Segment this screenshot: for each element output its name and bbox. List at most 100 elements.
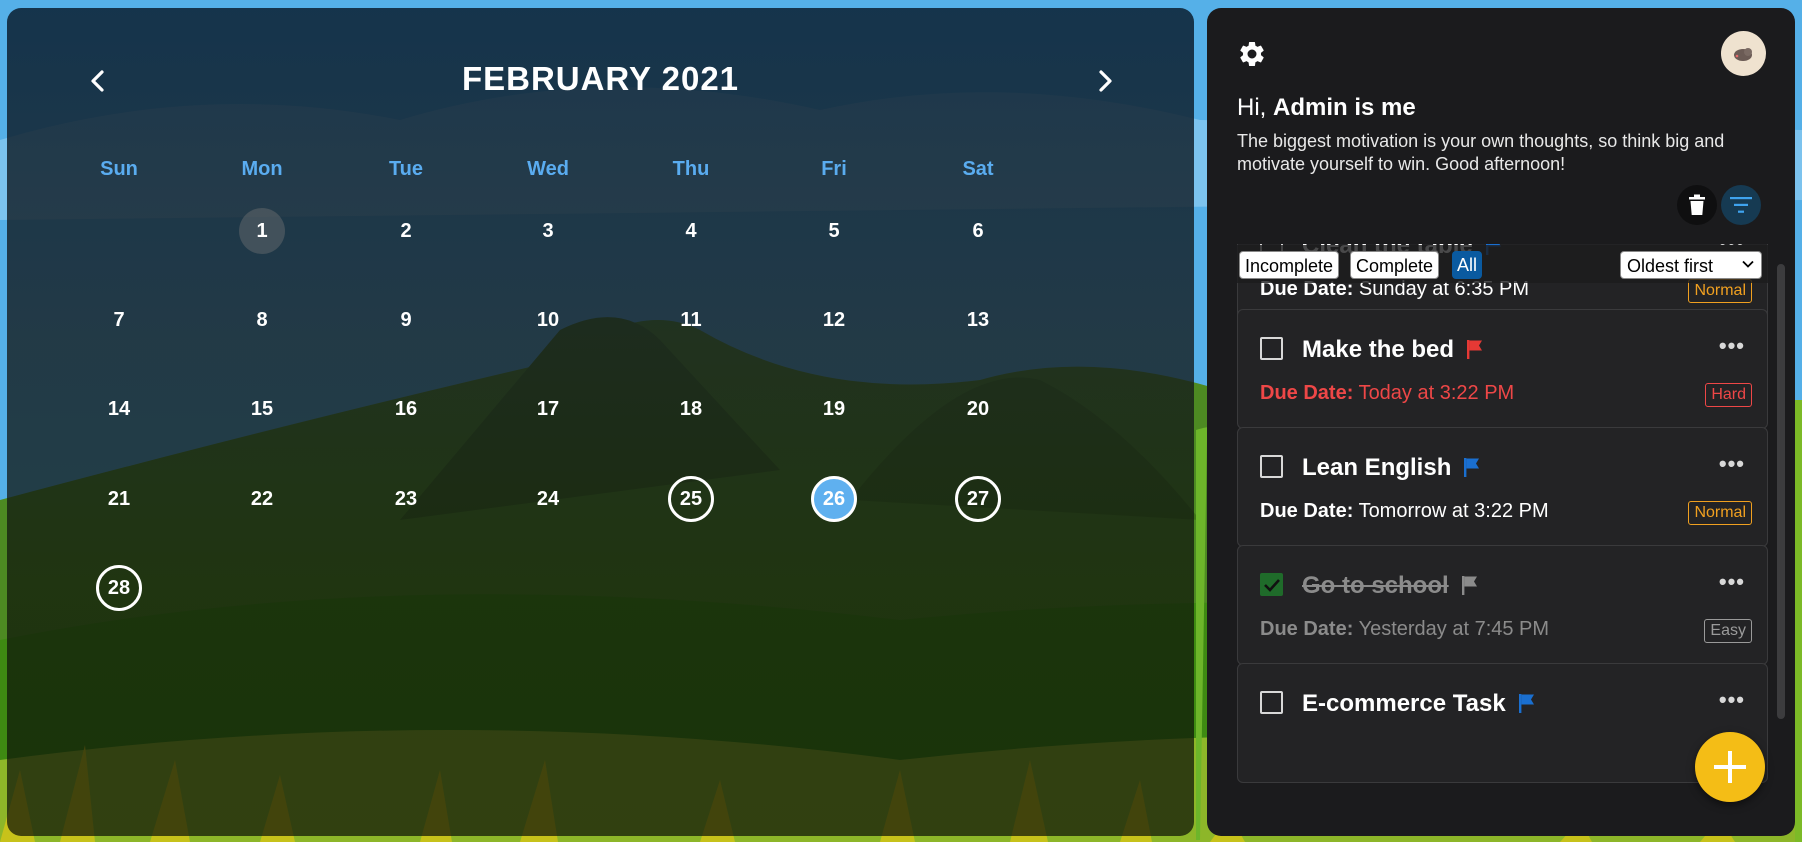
calendar-day-9[interactable]: 9 [383, 297, 429, 343]
trash-icon [1689, 194, 1705, 215]
filter-toggle-button[interactable] [1721, 185, 1761, 225]
priority-flag-icon [1518, 694, 1534, 713]
motivation-quote: The biggest motivation is your own thoug… [1237, 131, 1725, 174]
calendar-day-22[interactable]: 22 [239, 476, 285, 522]
task-more-icon[interactable]: ••• [1719, 571, 1745, 593]
task-card[interactable]: Make the bed ••• Due Date: Today at 3:22 P… [1237, 309, 1768, 429]
calendar-day-19[interactable]: 19 [811, 386, 857, 432]
plus-icon [1714, 751, 1746, 783]
task-card[interactable]: Go to school ••• Due Date: Yesterday at 7:… [1237, 545, 1768, 665]
calendar-day-18[interactable]: 18 [668, 386, 714, 432]
filter-bar: Incomplete Complete All Oldest first [1237, 245, 1769, 283]
calendar-day-1[interactable]: 1 [239, 208, 285, 254]
chevron-down-icon [1742, 260, 1754, 268]
filter-icon [1730, 197, 1752, 213]
calendar-header: FEBRUARY 2021 [7, 56, 1194, 106]
difficulty-badge: Hard [1705, 383, 1752, 407]
greeting: Hi, Admin is me [1237, 94, 1416, 122]
difficulty-badge: Easy [1704, 619, 1752, 643]
due-label: Due Date: [1260, 500, 1354, 522]
task-title: E-commerce Task [1302, 690, 1536, 718]
delete-tasks-button[interactable] [1677, 185, 1717, 225]
weekday-0: Sun [100, 158, 138, 180]
add-task-button[interactable] [1695, 732, 1765, 802]
task-title-text: Lean English [1302, 454, 1452, 481]
calendar-day-27[interactable]: 27 [955, 476, 1001, 522]
task-title-text: Go to school [1302, 572, 1449, 599]
filter-incomplete-button[interactable]: Incomplete [1239, 251, 1340, 279]
calendar-day-6[interactable]: 6 [955, 208, 1001, 254]
calendar-day-17[interactable]: 17 [525, 386, 571, 432]
task-title: Go to school [1302, 572, 1479, 600]
user-name: Admin is me [1273, 94, 1416, 121]
due-value: Yesterday at 7:45 PM [1358, 618, 1550, 640]
priority-flag-icon [1464, 458, 1480, 477]
task-due: Due Date: Yesterday at 7:45 PM [1260, 618, 1549, 641]
priority-flag-icon [1461, 576, 1477, 595]
task-due: Due Date: Tomorrow at 3:22 PM [1260, 500, 1549, 523]
month-title: FEBRUARY 2021 [461, 60, 740, 97]
due-label: Due Date: [1260, 618, 1354, 640]
task-card[interactable]: Lean English ••• Due Date: Tomorrow at 3:2… [1237, 427, 1768, 547]
weekday-1: Mon [241, 158, 283, 180]
weekday-2: Tue [388, 158, 424, 180]
sort-value: Oldest first [1627, 256, 1714, 276]
calendar-day-25[interactable]: 25 [668, 476, 714, 522]
calendar-day-5[interactable]: 5 [811, 208, 857, 254]
task-due: Due Date: Today at 3:22 PM [1260, 382, 1514, 405]
weekday-5: Fri [821, 158, 847, 180]
sort-select[interactable]: Oldest first [1620, 251, 1762, 279]
calendar-day-16[interactable]: 16 [383, 386, 429, 432]
task-checkbox[interactable] [1260, 573, 1283, 596]
calendar-day-24[interactable]: 24 [525, 476, 571, 522]
calendar-day-7[interactable]: 7 [96, 297, 142, 343]
difficulty-badge: Normal [1688, 501, 1752, 525]
task-title-text: Make the bed [1302, 336, 1455, 363]
calendar-day-14[interactable]: 14 [96, 386, 142, 432]
next-month-button[interactable] [1088, 64, 1122, 98]
user-avatar[interactable] [1721, 31, 1766, 76]
calendar-day-26[interactable]: 26 [811, 476, 857, 522]
calendar-day-12[interactable]: 12 [811, 297, 857, 343]
calendar-day-21[interactable]: 21 [96, 476, 142, 522]
calendar-day-3[interactable]: 3 [525, 208, 571, 254]
weekday-3: Wed [527, 158, 569, 180]
gear-icon [1240, 41, 1264, 66]
calendar-day-10[interactable]: 10 [525, 297, 571, 343]
filter-all-button[interactable]: All [1452, 251, 1483, 279]
due-value: Today at 3:22 PM [1358, 382, 1515, 404]
calendar-day-20[interactable]: 20 [955, 386, 1001, 432]
task-title: Make the bed [1302, 336, 1484, 364]
check-icon [1263, 578, 1280, 592]
greeting-prefix: Hi, [1237, 94, 1267, 121]
calendar-day-11[interactable]: 11 [668, 297, 714, 343]
task-list: Clean the table•••Due Date: Sunday at 6:… [1237, 244, 1769, 786]
weekday-4: Thu [672, 158, 710, 180]
calendar-day-4[interactable]: 4 [668, 208, 714, 254]
calendar-day-2[interactable]: 2 [383, 208, 429, 254]
task-title-text: E-commerce Task [1302, 690, 1506, 717]
task-card[interactable]: E-commerce Task ••• [1237, 663, 1768, 783]
due-value: Tomorrow at 3:22 PM [1358, 500, 1549, 522]
task-panel: Hi, Admin is me The biggest motivation i… [1207, 8, 1795, 836]
task-list-scrollbar[interactable] [1777, 264, 1785, 719]
calendar-day-13[interactable]: 13 [955, 297, 1001, 343]
avatar-icon [1734, 48, 1752, 61]
task-checkbox[interactable] [1260, 455, 1283, 478]
filter-complete-button[interactable]: Complete [1350, 251, 1440, 279]
calendar-day-28[interactable]: 28 [96, 565, 142, 611]
calendar-day-8[interactable]: 8 [239, 297, 285, 343]
task-checkbox[interactable] [1260, 691, 1283, 714]
due-label: Due Date: [1260, 382, 1354, 404]
settings-button[interactable] [1237, 39, 1267, 69]
task-checkbox[interactable] [1260, 337, 1283, 360]
chevron-right-icon [1099, 70, 1112, 92]
task-more-icon[interactable]: ••• [1719, 453, 1745, 475]
calendar-day-23[interactable]: 23 [383, 476, 429, 522]
task-title: Lean English [1302, 454, 1481, 482]
task-more-icon[interactable]: ••• [1719, 689, 1745, 711]
calendar-day-15[interactable]: 15 [239, 386, 285, 432]
priority-flag-icon [1467, 340, 1483, 359]
weekday-6: Sat [962, 158, 994, 180]
task-more-icon[interactable]: ••• [1719, 335, 1745, 357]
